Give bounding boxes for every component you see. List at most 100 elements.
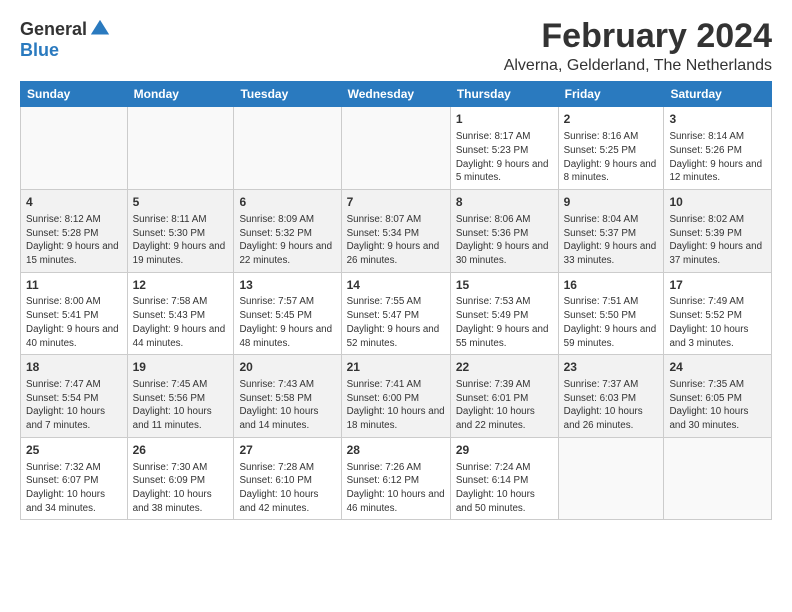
calendar-cell-w2-d5: 16Sunrise: 7:51 AM Sunset: 5:50 PM Dayli… [558, 272, 664, 355]
day-number: 23 [564, 359, 659, 376]
header-tuesday: Tuesday [234, 82, 341, 107]
day-info: Sunrise: 7:57 AM Sunset: 5:45 PM Dayligh… [239, 295, 335, 350]
calendar-header: Sunday Monday Tuesday Wednesday Thursday… [21, 82, 772, 107]
calendar-cell-w2-d6: 17Sunrise: 7:49 AM Sunset: 5:52 PM Dayli… [664, 272, 772, 355]
day-info: Sunrise: 7:43 AM Sunset: 5:58 PM Dayligh… [239, 378, 335, 433]
day-number: 6 [239, 194, 335, 211]
day-number: 13 [239, 277, 335, 294]
header-saturday: Saturday [664, 82, 772, 107]
calendar-cell-w4-d2: 27Sunrise: 7:28 AM Sunset: 6:10 PM Dayli… [234, 437, 341, 520]
day-number: 28 [347, 442, 445, 459]
day-info: Sunrise: 7:32 AM Sunset: 6:07 PM Dayligh… [26, 461, 122, 516]
day-number: 8 [456, 194, 553, 211]
calendar-cell-w0-d4: 1Sunrise: 8:17 AM Sunset: 5:23 PM Daylig… [450, 107, 558, 190]
calendar-body: 1Sunrise: 8:17 AM Sunset: 5:23 PM Daylig… [21, 107, 772, 520]
calendar-cell-w0-d3 [341, 107, 450, 190]
header-wednesday: Wednesday [341, 82, 450, 107]
calendar-cell-w3-d3: 21 Sunrise: 7:41 AM Sunset: 6:00 PM Dayli… [341, 355, 450, 438]
day-number: 14 [347, 277, 445, 294]
day-number: 11 [26, 277, 122, 294]
calendar-cell-w0-d2 [234, 107, 341, 190]
calendar-cell-w3-d6: 24Sunrise: 7:35 AM Sunset: 6:05 PM Dayli… [664, 355, 772, 438]
day-info: Sunrise: 8:16 AM Sunset: 5:25 PM Dayligh… [564, 130, 659, 185]
header-thursday: Thursday [450, 82, 558, 107]
calendar-cell-w4-d1: 26 Sunrise: 7:30 AM Sunset: 6:09 PM Dayli… [127, 437, 234, 520]
calendar-cell-w3-d5: 23 Sunrise: 7:37 AM Sunset: 6:03 PM Dayli… [558, 355, 664, 438]
day-info: Sunrise: 8:17 AM Sunset: 5:23 PM Dayligh… [456, 130, 553, 185]
day-number: 12 [133, 277, 229, 294]
calendar-cell-w4-d0: 25Sunrise: 7:32 AM Sunset: 6:07 PM Dayli… [21, 437, 128, 520]
logo: General Blue [20, 18, 111, 61]
day-number: 16 [564, 277, 659, 294]
calendar-week-4: 25Sunrise: 7:32 AM Sunset: 6:07 PM Dayli… [21, 437, 772, 520]
day-info: Sunrise: 7:28 AM Sunset: 6:10 PM Dayligh… [239, 461, 335, 516]
day-info: Sunrise: 7:51 AM Sunset: 5:50 PM Dayligh… [564, 295, 659, 350]
day-info: Sunrise: 7:24 AM Sunset: 6:14 PM Dayligh… [456, 461, 553, 516]
calendar-week-0: 1Sunrise: 8:17 AM Sunset: 5:23 PM Daylig… [21, 107, 772, 190]
day-info: Sunrise: 8:00 AM Sunset: 5:41 PM Dayligh… [26, 295, 122, 350]
logo-icon [89, 18, 111, 40]
logo-blue-text: Blue [20, 40, 59, 61]
logo-general-text: General [20, 19, 87, 40]
location: Alverna, Gelderland, The Netherlands [504, 57, 772, 75]
calendar-cell-w2-d2: 13Sunrise: 7:57 AM Sunset: 5:45 PM Dayli… [234, 272, 341, 355]
day-number: 17 [669, 277, 766, 294]
month-title: February 2024 [504, 18, 772, 55]
calendar-week-1: 4 Sunrise: 8:12 AM Sunset: 5:28 PM Daylig… [21, 190, 772, 273]
calendar-cell-w2-d3: 14Sunrise: 7:55 AM Sunset: 5:47 PM Dayli… [341, 272, 450, 355]
calendar-cell-w1-d1: 5Sunrise: 8:11 AM Sunset: 5:30 PM Daylig… [127, 190, 234, 273]
calendar-cell-w3-d4: 22Sunrise: 7:39 AM Sunset: 6:01 PM Dayli… [450, 355, 558, 438]
day-info: Sunrise: 8:06 AM Sunset: 5:36 PM Dayligh… [456, 213, 553, 268]
calendar-cell-w4-d5 [558, 437, 664, 520]
calendar-cell-w1-d5: 9Sunrise: 8:04 AM Sunset: 5:37 PM Daylig… [558, 190, 664, 273]
calendar-cell-w1-d4: 8 Sunrise: 8:06 AM Sunset: 5:36 PM Daylig… [450, 190, 558, 273]
day-info: Sunrise: 7:58 AM Sunset: 5:43 PM Dayligh… [133, 295, 229, 350]
day-number: 10 [669, 194, 766, 211]
day-number: 29 [456, 442, 553, 459]
day-info: Sunrise: 7:30 AM Sunset: 6:09 PM Dayligh… [133, 461, 229, 516]
calendar-cell-w4-d3: 28 Sunrise: 7:26 AM Sunset: 6:12 PM Dayli… [341, 437, 450, 520]
title-area: February 2024 Alverna, Gelderland, The N… [504, 18, 772, 75]
calendar-cell-w4-d6 [664, 437, 772, 520]
day-info: Sunrise: 8:04 AM Sunset: 5:37 PM Dayligh… [564, 213, 659, 268]
calendar-cell-w3-d0: 18 Sunrise: 7:47 AM Sunset: 5:54 PM Dayli… [21, 355, 128, 438]
day-info: Sunrise: 7:39 AM Sunset: 6:01 PM Dayligh… [456, 378, 553, 433]
day-info: Sunrise: 7:47 AM Sunset: 5:54 PM Dayligh… [26, 378, 122, 433]
calendar-week-2: 11Sunrise: 8:00 AM Sunset: 5:41 PM Dayli… [21, 272, 772, 355]
day-info: Sunrise: 7:45 AM Sunset: 5:56 PM Dayligh… [133, 378, 229, 433]
calendar-cell-w0-d0 [21, 107, 128, 190]
day-info: Sunrise: 8:14 AM Sunset: 5:26 PM Dayligh… [669, 130, 766, 185]
calendar-cell-w0-d1 [127, 107, 234, 190]
calendar-cell-w2-d1: 12Sunrise: 7:58 AM Sunset: 5:43 PM Dayli… [127, 272, 234, 355]
calendar-cell-w0-d6: 3 Sunrise: 8:14 AM Sunset: 5:26 PM Daylig… [664, 107, 772, 190]
day-info: Sunrise: 8:12 AM Sunset: 5:28 PM Dayligh… [26, 213, 122, 268]
day-info: Sunrise: 8:11 AM Sunset: 5:30 PM Dayligh… [133, 213, 229, 268]
day-number: 20 [239, 359, 335, 376]
calendar-cell-w2-d4: 15Sunrise: 7:53 AM Sunset: 5:49 PM Dayli… [450, 272, 558, 355]
day-info: Sunrise: 8:02 AM Sunset: 5:39 PM Dayligh… [669, 213, 766, 268]
calendar-cell-w3-d1: 19Sunrise: 7:45 AM Sunset: 5:56 PM Dayli… [127, 355, 234, 438]
day-info: Sunrise: 7:41 AM Sunset: 6:00 PM Dayligh… [347, 378, 445, 433]
calendar-cell-w1-d6: 10 Sunrise: 8:02 AM Sunset: 5:39 PM Dayli… [664, 190, 772, 273]
day-number: 2 [564, 111, 659, 128]
day-number: 26 [133, 442, 229, 459]
calendar-table: Sunday Monday Tuesday Wednesday Thursday… [20, 81, 772, 520]
day-info: Sunrise: 8:09 AM Sunset: 5:32 PM Dayligh… [239, 213, 335, 268]
day-info: Sunrise: 7:37 AM Sunset: 6:03 PM Dayligh… [564, 378, 659, 433]
day-info: Sunrise: 7:53 AM Sunset: 5:49 PM Dayligh… [456, 295, 553, 350]
day-info: Sunrise: 7:26 AM Sunset: 6:12 PM Dayligh… [347, 461, 445, 516]
day-number: 24 [669, 359, 766, 376]
page: General Blue February 2024 Alverna, Geld… [0, 0, 792, 530]
calendar-week-3: 18 Sunrise: 7:47 AM Sunset: 5:54 PM Dayli… [21, 355, 772, 438]
day-number: 15 [456, 277, 553, 294]
day-info: Sunrise: 7:55 AM Sunset: 5:47 PM Dayligh… [347, 295, 445, 350]
day-number: 4 [26, 194, 122, 211]
day-number: 7 [347, 194, 445, 211]
day-number: 21 [347, 359, 445, 376]
calendar-cell-w1-d2: 6 Sunrise: 8:09 AM Sunset: 5:32 PM Daylig… [234, 190, 341, 273]
calendar-cell-w0-d5: 2 Sunrise: 8:16 AM Sunset: 5:25 PM Daylig… [558, 107, 664, 190]
calendar-cell-w1-d3: 7Sunrise: 8:07 AM Sunset: 5:34 PM Daylig… [341, 190, 450, 273]
day-info: Sunrise: 7:49 AM Sunset: 5:52 PM Dayligh… [669, 295, 766, 350]
day-number: 3 [669, 111, 766, 128]
day-number: 18 [26, 359, 122, 376]
